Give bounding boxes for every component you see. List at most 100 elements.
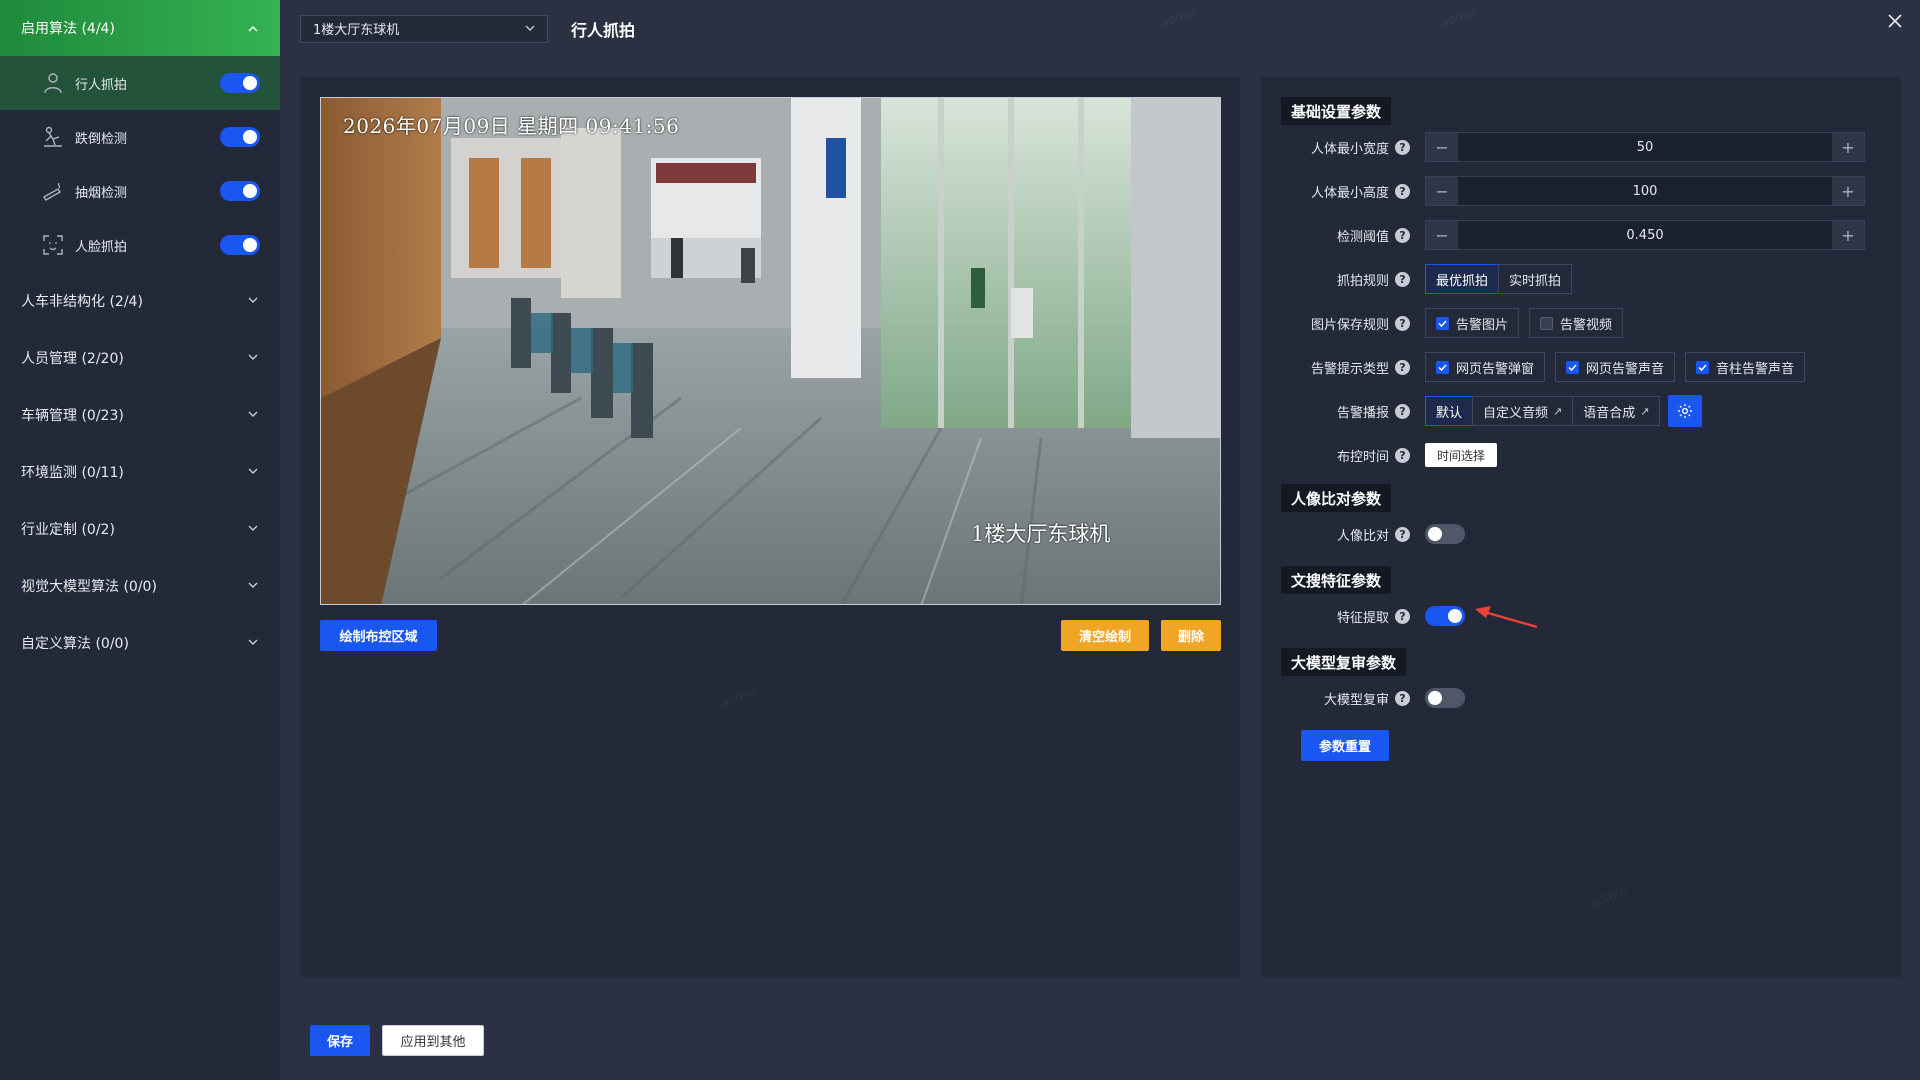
- algo-label: 行人抓拍: [75, 77, 128, 93]
- group-label: 车辆管理 (0/23): [21, 407, 124, 424]
- gear-icon[interactable]: [1668, 395, 1703, 427]
- schedule-label: 布控时间: [1336, 449, 1389, 465]
- group-industry[interactable]: 行业定制 (0/2): [0, 500, 280, 557]
- help-icon[interactable]: ?: [1395, 359, 1410, 375]
- row-capture-rule: 抓拍规则 ? 最优抓拍 实时抓拍: [1261, 264, 1573, 294]
- checkbox-label: 网页告警弹窗: [1456, 361, 1535, 377]
- time-select-button[interactable]: 时间选择: [1425, 443, 1498, 467]
- option-label: 自定义音频: [1483, 405, 1549, 421]
- llm-review-label: 大模型复审: [1323, 692, 1389, 708]
- algo-label: 抽烟检测: [75, 185, 128, 201]
- llm-review-toggle[interactable]: [1425, 688, 1465, 708]
- broadcast-custom-audio[interactable]: 自定义音频 ↗: [1472, 396, 1574, 426]
- help-icon[interactable]: ?: [1395, 271, 1410, 287]
- clear-drawing-button[interactable]: 清空绘制: [1061, 620, 1149, 651]
- help-icon[interactable]: ?: [1395, 315, 1410, 331]
- external-link-icon: ↗: [1640, 404, 1650, 418]
- external-link-icon: ↗: [1553, 404, 1563, 418]
- alarm-web-sound-checkbox[interactable]: 网页告警声音: [1555, 352, 1676, 382]
- chevron-down-icon: [248, 524, 258, 534]
- broadcast-tts[interactable]: 语音合成 ↗: [1572, 396, 1661, 426]
- minus-icon[interactable]: −: [1426, 133, 1458, 161]
- section-llm-title: 大模型复审参数: [1281, 648, 1407, 676]
- sidebar-item-smoking-detection[interactable]: 抽烟检测: [0, 164, 280, 218]
- alarm-web-popup-checkbox[interactable]: 网页告警弹窗: [1425, 352, 1546, 382]
- help-icon[interactable]: ?: [1395, 608, 1410, 624]
- plus-icon[interactable]: +: [1832, 133, 1864, 161]
- section-basic-title: 基础设置参数: [1281, 97, 1392, 125]
- group-vehicle[interactable]: 车辆管理 (0/23): [0, 386, 280, 443]
- save-alarm-image-checkbox[interactable]: 告警图片: [1425, 308, 1520, 338]
- algo-label: 跌倒检测: [75, 131, 128, 147]
- min-width-value[interactable]: 50: [1458, 133, 1832, 161]
- sidebar-item-pedestrian-capture[interactable]: 行人抓拍: [0, 56, 280, 110]
- broadcast-default[interactable]: 默认: [1425, 396, 1474, 426]
- help-icon[interactable]: ?: [1395, 139, 1410, 155]
- sidebar-item-face-capture[interactable]: 人脸抓拍: [0, 218, 280, 272]
- section-face-title: 人像比对参数: [1281, 484, 1392, 512]
- plus-icon[interactable]: +: [1832, 221, 1864, 249]
- algo-toggle[interactable]: [220, 235, 260, 255]
- group-label: 行业定制 (0/2): [21, 521, 115, 538]
- min-height-stepper: − 100 +: [1425, 176, 1865, 206]
- group-label: 环境监测 (0/11): [21, 464, 124, 481]
- plus-icon[interactable]: +: [1832, 177, 1864, 205]
- minus-icon[interactable]: −: [1426, 221, 1458, 249]
- help-icon[interactable]: ?: [1395, 183, 1410, 199]
- apply-to-others-button[interactable]: 应用到其他: [382, 1024, 484, 1056]
- group-enabled-algorithms[interactable]: 启用算法 (4/4): [0, 0, 280, 56]
- chevron-down-icon: [248, 353, 258, 363]
- video-preview[interactable]: 2026年07月09日 星期四 09:41:56 1楼大厅东球机: [320, 97, 1221, 605]
- checkbox-checked-icon: [1436, 316, 1449, 330]
- row-broadcast: 告警播报 ? 默认 自定义音频 ↗ 语音合成 ↗: [1261, 395, 1703, 427]
- sidebar-item-fall-detection[interactable]: 跌倒检测: [0, 110, 280, 164]
- threshold-stepper: − 0.450 +: [1425, 220, 1865, 250]
- pedestrian-icon: [41, 71, 65, 95]
- feature-extract-label: 特征提取: [1336, 610, 1389, 626]
- row-threshold: 检测阈值 ? − 0.450 +: [1261, 220, 1865, 250]
- row-llm-review: 大模型复审 ?: [1261, 683, 1465, 713]
- row-alarm-type: 告警提示类型 ? 网页告警弹窗 网页告警声音 音柱告警声音: [1261, 352, 1815, 382]
- face-compare-label: 人像比对: [1336, 528, 1389, 544]
- algo-toggle[interactable]: [220, 73, 260, 93]
- algo-toggle[interactable]: [220, 181, 260, 201]
- help-icon[interactable]: ?: [1395, 526, 1410, 542]
- broadcast-segmented: 默认 自定义音频 ↗ 语音合成 ↗: [1425, 396, 1661, 426]
- algo-toggle[interactable]: [220, 127, 260, 147]
- checkbox-label: 音柱告警声音: [1716, 361, 1795, 377]
- checkbox-checked-icon: [1436, 360, 1449, 374]
- chevron-down-icon: [525, 24, 535, 34]
- row-min-height: 人体最小高度 ? − 100 +: [1261, 176, 1865, 206]
- min-height-value[interactable]: 100: [1458, 177, 1832, 205]
- delete-button[interactable]: 删除: [1161, 620, 1221, 651]
- alarm-type-label: 告警提示类型: [1310, 361, 1389, 377]
- capture-rule-realtime[interactable]: 实时抓拍: [1498, 264, 1573, 294]
- osd-timestamp: 2026年07月09日 星期四 09:41:56: [343, 114, 680, 138]
- help-icon[interactable]: ?: [1395, 447, 1410, 463]
- min-height-label: 人体最小高度: [1310, 185, 1389, 201]
- annotation-arrow-icon: [1475, 606, 1538, 629]
- help-icon[interactable]: ?: [1395, 690, 1410, 706]
- minus-icon[interactable]: −: [1426, 177, 1458, 205]
- feature-extract-toggle[interactable]: [1425, 606, 1465, 626]
- group-custom[interactable]: 自定义算法 (0/0): [0, 614, 280, 671]
- help-icon[interactable]: ?: [1395, 227, 1410, 243]
- save-alarm-video-checkbox[interactable]: 告警视频: [1529, 308, 1624, 338]
- save-button[interactable]: 保存: [310, 1024, 370, 1056]
- row-schedule: 布控时间 ? 时间选择: [1261, 440, 1498, 470]
- device-select[interactable]: 1楼大厅东球机: [300, 14, 548, 43]
- face-compare-toggle[interactable]: [1425, 524, 1465, 544]
- footer-bar: 保存 应用到其他: [280, 1000, 1920, 1080]
- device-select-value: 1楼大厅东球机: [313, 23, 400, 38]
- close-icon[interactable]: [1884, 10, 1906, 32]
- alarm-speaker-sound-checkbox[interactable]: 音柱告警声音: [1685, 352, 1806, 382]
- threshold-value[interactable]: 0.450: [1458, 221, 1832, 249]
- group-personnel[interactable]: 人员管理 (2/20): [0, 329, 280, 386]
- group-unstructured[interactable]: 人车非结构化 (2/4): [0, 272, 280, 329]
- capture-rule-best[interactable]: 最优抓拍: [1425, 264, 1500, 294]
- help-icon[interactable]: ?: [1395, 403, 1410, 419]
- group-environment[interactable]: 环境监测 (0/11): [0, 443, 280, 500]
- draw-area-button[interactable]: 绘制布控区域: [320, 620, 437, 651]
- group-vision-llm[interactable]: 视觉大模型算法 (0/0): [0, 557, 280, 614]
- reset-params-button[interactable]: 参数重置: [1301, 730, 1389, 761]
